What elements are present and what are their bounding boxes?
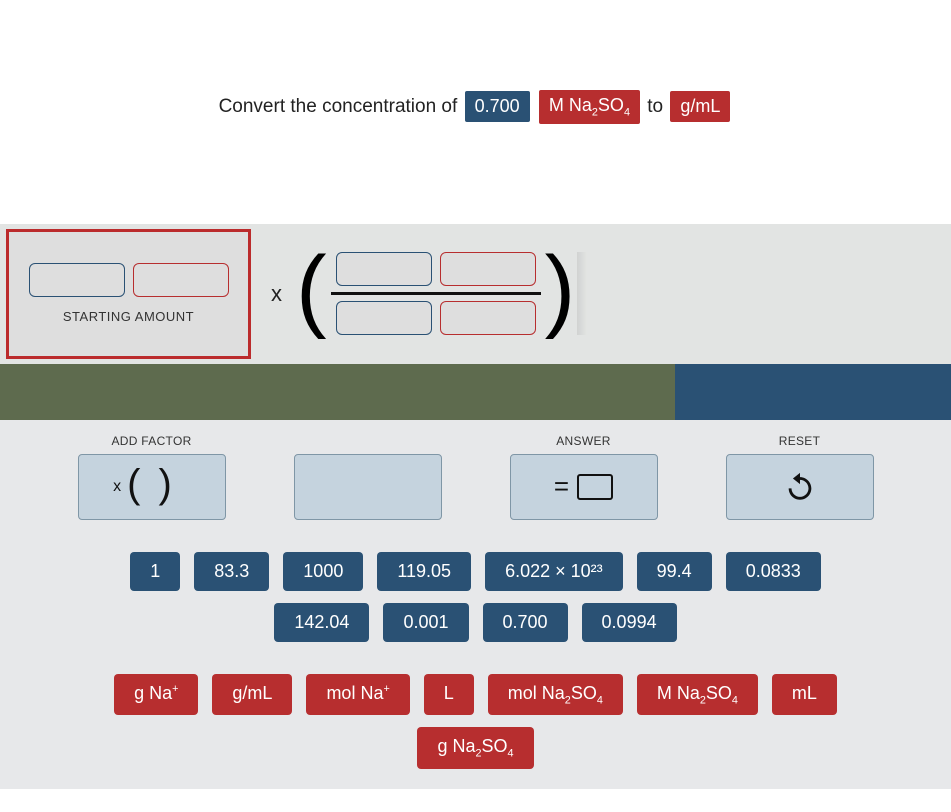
add-factor-button[interactable]: x () bbox=[78, 454, 226, 520]
parentheses-icon: () bbox=[127, 462, 190, 507]
tile[interactable]: mol Na2SO4 bbox=[488, 674, 623, 716]
multiply-symbol: x bbox=[271, 281, 282, 307]
starting-value-slot[interactable] bbox=[29, 263, 125, 297]
unit-tiles-row-1: g Na+ g/mL mol Na+ Lmol Na2SO4 M Na2SO4 mL bbox=[114, 674, 837, 716]
factor-shadow bbox=[577, 252, 587, 335]
blank-button[interactable] bbox=[294, 454, 442, 520]
tile[interactable]: 0.700 bbox=[483, 603, 568, 642]
compound-badge: M Na2SO4 bbox=[539, 90, 640, 124]
tile[interactable]: mol Na+ bbox=[306, 674, 409, 716]
fraction-bar bbox=[331, 292, 541, 295]
tile[interactable]: 83.3 bbox=[194, 552, 269, 591]
tile-bank: 1 83.3 1000 119.05 6.022 × 10²³ 99.4 0.0833 14… bbox=[0, 552, 951, 769]
right-paren-icon: ) bbox=[545, 253, 576, 327]
progress-remaining bbox=[675, 364, 951, 420]
prompt-mid: to bbox=[647, 96, 663, 117]
question-prompt: Convert the concentration of 0.700 M Na2… bbox=[0, 0, 951, 224]
target-badge: g/mL bbox=[670, 91, 730, 122]
denominator-unit-slot[interactable] bbox=[440, 301, 536, 335]
tile[interactable]: 0.0994 bbox=[582, 603, 677, 642]
value-badge: 0.700 bbox=[465, 91, 530, 122]
answer-box-icon bbox=[577, 474, 613, 500]
tile[interactable]: 6.022 × 10²³ bbox=[485, 552, 623, 591]
starting-amount-block[interactable]: STARTING AMOUNT bbox=[6, 229, 251, 359]
answer-label: ANSWER bbox=[556, 434, 610, 448]
tile[interactable]: M Na2SO4 bbox=[637, 674, 758, 716]
multiply-icon: x bbox=[113, 478, 121, 496]
tile[interactable]: 0.0833 bbox=[726, 552, 821, 591]
tile[interactable]: 1000 bbox=[283, 552, 363, 591]
reset-button[interactable] bbox=[726, 454, 874, 520]
progress-fill bbox=[0, 364, 675, 420]
starting-unit-slot[interactable] bbox=[133, 263, 229, 297]
left-paren-icon: ( bbox=[296, 253, 327, 327]
tile[interactable]: 119.05 bbox=[377, 552, 471, 591]
equals-icon: = bbox=[554, 471, 569, 502]
tile[interactable]: g Na2SO4 bbox=[417, 727, 533, 769]
numerator-unit-slot[interactable] bbox=[440, 252, 536, 286]
prompt-pre: Convert the concentration of bbox=[219, 96, 458, 117]
reset-label: RESET bbox=[779, 434, 821, 448]
tile[interactable]: L bbox=[424, 674, 474, 716]
numerator-value-slot[interactable] bbox=[336, 252, 432, 286]
tile[interactable]: mL bbox=[772, 674, 837, 716]
tile[interactable]: g Na+ bbox=[114, 674, 198, 716]
add-factor-label: ADD FACTOR bbox=[111, 434, 191, 448]
conversion-factor: ( ) bbox=[296, 252, 575, 335]
tile[interactable]: 1 bbox=[130, 552, 180, 591]
number-tiles-row-1: 1 83.3 1000 119.05 6.022 × 10²³ 99.4 0.0833 bbox=[130, 552, 821, 591]
reset-icon bbox=[783, 470, 817, 504]
work-strip: STARTING AMOUNT x ( ) bbox=[0, 224, 951, 364]
unit-tiles-row-2: g Na2SO4 bbox=[417, 727, 533, 769]
number-tiles-row-2: 142.04 0.001 0.700 0.0994 bbox=[274, 603, 676, 642]
denominator-value-slot[interactable] bbox=[336, 301, 432, 335]
tile[interactable]: g/mL bbox=[212, 674, 292, 716]
controls-panel: ADD FACTOR x () ANSWER = RESET bbox=[0, 420, 951, 789]
tile[interactable]: 142.04 bbox=[274, 603, 369, 642]
starting-amount-label: STARTING AMOUNT bbox=[63, 309, 194, 324]
tile[interactable]: 0.001 bbox=[383, 603, 468, 642]
progress-bar bbox=[0, 364, 951, 420]
answer-button[interactable]: = bbox=[510, 454, 658, 520]
spacer-label bbox=[366, 434, 370, 448]
tile[interactable]: 99.4 bbox=[637, 552, 712, 591]
